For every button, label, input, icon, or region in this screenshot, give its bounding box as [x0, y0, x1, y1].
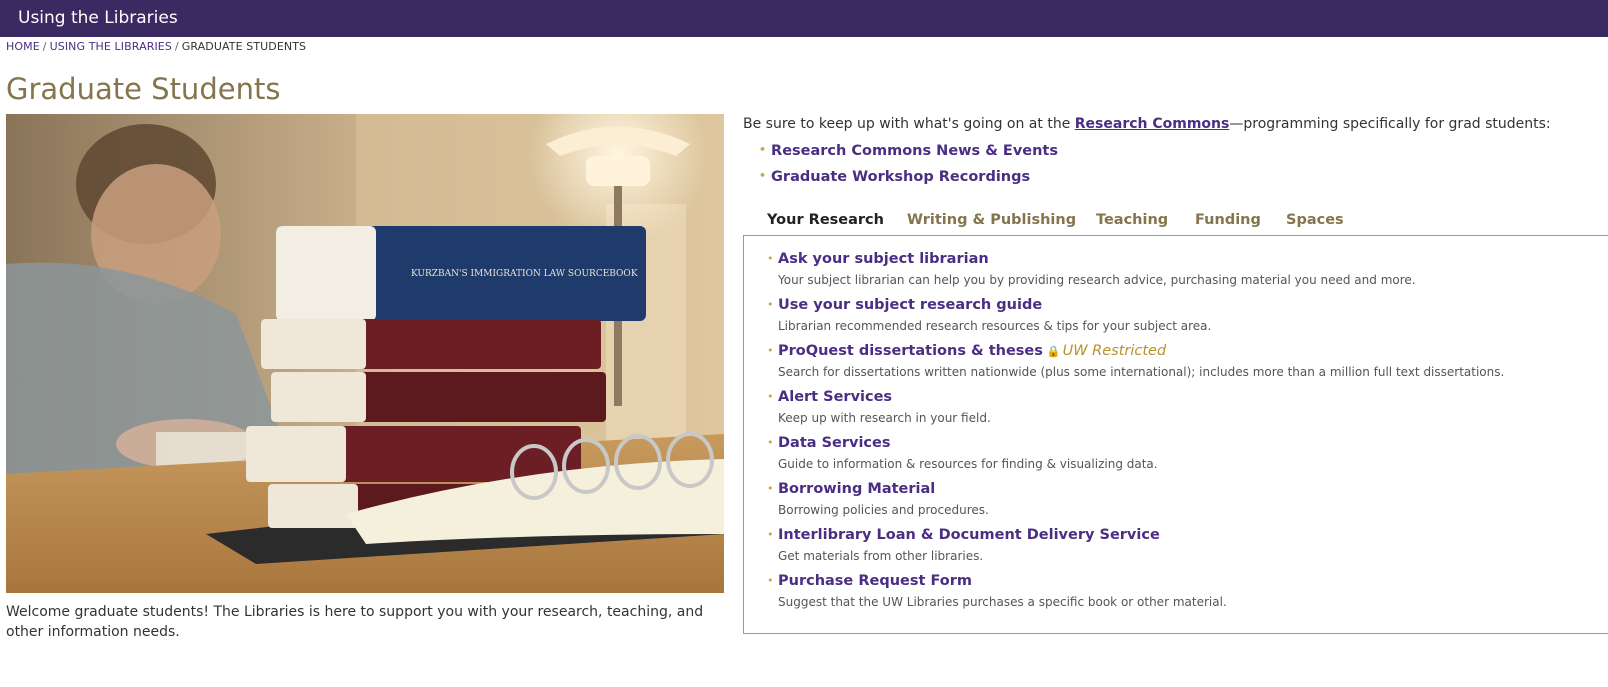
- list-item: • Research Commons News & Events: [759, 143, 1058, 169]
- ask-subject-librarian-link[interactable]: Ask your subject librarian: [778, 251, 989, 267]
- resource-description: Search for dissertations written nationw…: [778, 365, 1505, 379]
- bullet-icon: •: [767, 390, 774, 403]
- bullet-icon: •: [767, 482, 774, 495]
- resource-description: Borrowing policies and procedures.: [778, 503, 989, 517]
- breadcrumb-current: GRADUATE STUDENTS: [181, 40, 307, 53]
- breadcrumb-using-libraries[interactable]: USING THE LIBRARIES: [50, 40, 172, 53]
- resource-description: Suggest that the UW Libraries purchases …: [778, 595, 1227, 609]
- breadcrumb: HOME / USING THE LIBRARIES / GRADUATE STUDEN…: [6, 40, 306, 53]
- welcome-text: Welcome graduate students! The Libraries…: [6, 604, 704, 640]
- resource-description: Guide to information & resources for fin…: [778, 457, 1158, 471]
- hero-illustration: KURZBAN'S IMMIGRATION LAW SOURCEBOOK: [6, 114, 724, 593]
- site-header: Using the Libraries: [0, 0, 1608, 37]
- bullet-icon: •: [759, 169, 767, 182]
- bullet-icon: •: [767, 344, 774, 357]
- breadcrumb-home[interactable]: HOME: [6, 40, 40, 53]
- resource-title: ProQuest dissertations & theses 🔒 UW Restr…: [778, 343, 1166, 359]
- breadcrumb-separator: /: [42, 40, 47, 53]
- book-spine-text: KURZBAN'S IMMIGRATION LAW SOURCEBOOK: [411, 269, 638, 279]
- resource-description: Keep up with research in your field.: [778, 411, 991, 425]
- resource-description: Get materials from other libraries.: [778, 549, 984, 563]
- intro-text: Be sure to keep up with what's going on …: [743, 114, 1603, 134]
- tab-teaching[interactable]: Teaching: [1096, 212, 1168, 228]
- bullet-icon: •: [767, 252, 774, 265]
- purchase-request-link[interactable]: Purchase Request Form: [778, 573, 972, 589]
- breadcrumb-separator: /: [174, 40, 179, 53]
- uw-restricted-label: UW Restricted: [1062, 343, 1167, 359]
- bullet-icon: •: [759, 143, 767, 156]
- data-services-link[interactable]: Data Services: [778, 435, 891, 451]
- interlibrary-loan-link[interactable]: Interlibrary Loan & Document Delivery Se…: [778, 527, 1160, 543]
- alert-services-link[interactable]: Alert Services: [778, 389, 892, 405]
- research-commons-links: • Research Commons News & Events • Graduat…: [759, 143, 1058, 195]
- tab-your-research[interactable]: Your Research: [767, 212, 884, 228]
- subject-research-guide-link[interactable]: Use your subject research guide: [778, 297, 1042, 313]
- research-commons-link[interactable]: Research Commons: [1075, 116, 1230, 132]
- rc-workshop-recordings-link[interactable]: Graduate Workshop Recordings: [771, 169, 1030, 185]
- site-title-link[interactable]: Using the Libraries: [18, 8, 178, 28]
- tab-spaces[interactable]: Spaces: [1286, 212, 1344, 228]
- bullet-icon: •: [767, 574, 774, 587]
- hero-image: KURZBAN'S IMMIGRATION LAW SOURCEBOOK: [6, 114, 724, 593]
- list-item: • Graduate Workshop Recordings: [759, 169, 1058, 195]
- proquest-dissertations-link[interactable]: ProQuest dissertations & theses: [778, 343, 1043, 359]
- page-title: Graduate Students: [6, 72, 281, 106]
- bullet-icon: •: [767, 528, 774, 541]
- resource-description: Librarian recommended research resources…: [778, 319, 1212, 333]
- resource-description: Your subject librarian can help you by p…: [778, 273, 1416, 287]
- intro-before: Be sure to keep up with what's going on …: [743, 116, 1075, 132]
- tab-funding[interactable]: Funding: [1195, 212, 1261, 228]
- intro-after: —programming specifically for grad stude…: [1229, 116, 1551, 132]
- tab-writing-publishing[interactable]: Writing & Publishing: [907, 212, 1076, 228]
- lock-icon: 🔒: [1046, 345, 1061, 358]
- borrowing-material-link[interactable]: Borrowing Material: [778, 481, 935, 497]
- bullet-icon: •: [767, 436, 774, 449]
- rc-news-events-link[interactable]: Research Commons News & Events: [771, 143, 1058, 159]
- bullet-icon: •: [767, 298, 774, 311]
